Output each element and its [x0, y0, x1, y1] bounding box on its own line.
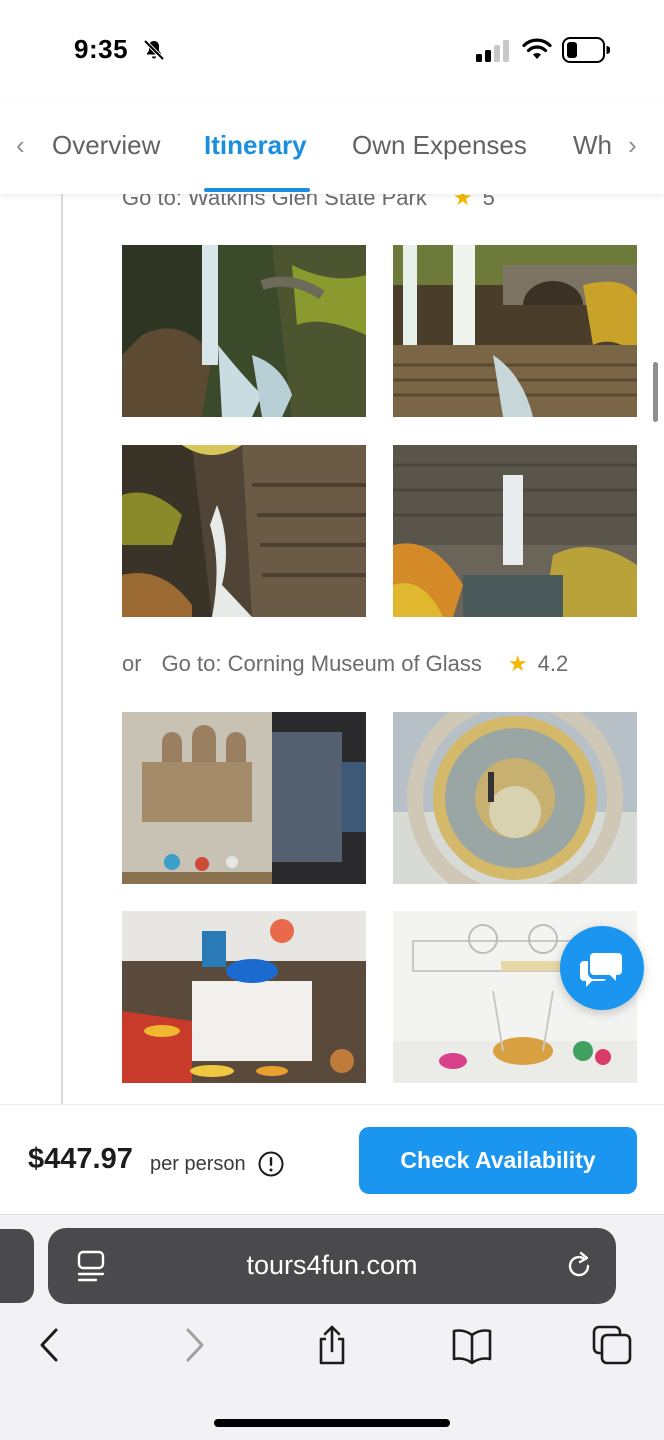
alternative-prefix: or — [122, 651, 142, 676]
watkins-glen-photo-4[interactable] — [393, 445, 637, 617]
bell-slash-icon — [143, 39, 165, 61]
chat-bubbles-icon — [580, 953, 622, 987]
tab-partial[interactable]: Wh — [573, 130, 612, 161]
tabs-overview-icon[interactable] — [592, 1325, 632, 1365]
price: $447.97 — [28, 1143, 133, 1175]
wifi-icon — [522, 38, 552, 59]
cellular-signal-icon — [476, 40, 509, 62]
tab-overview[interactable]: Overview — [52, 130, 160, 161]
battery-icon — [562, 37, 610, 63]
section-tabs: ‹ Overview Itinerary Own Expenses Wh › — [0, 100, 664, 194]
check-availability-button[interactable]: Check Availability — [359, 1127, 637, 1194]
home-indicator — [214, 1419, 450, 1427]
tabs-scroll-left-icon[interactable]: ‹ — [16, 130, 25, 161]
back-arrow-icon[interactable] — [30, 1325, 70, 1365]
stop-heading-corning: or Go to: Corning Museum of Glass ★ 4.2 — [122, 651, 568, 677]
stop-heading-watkins: Go to: Watkins Glen State Park ★ 5 — [122, 194, 495, 211]
share-icon[interactable] — [312, 1325, 352, 1365]
stop-rating: 5 — [482, 194, 495, 210]
stop-label: Go to: Corning Museum of Glass — [161, 651, 482, 676]
per-person-label: per person — [150, 1153, 246, 1175]
corning-museum-photo-1[interactable] — [122, 712, 366, 884]
star-icon: ★ — [507, 651, 528, 676]
stop-label: Go to: Watkins Glen State Park — [122, 194, 427, 210]
forward-arrow-icon[interactable] — [174, 1325, 214, 1365]
address-bar[interactable]: tours4fun.com — [48, 1228, 616, 1304]
info-icon[interactable] — [258, 1151, 284, 1177]
stop-rating: 4.2 — [537, 651, 569, 676]
tabs-scroll-right-icon[interactable]: › — [628, 130, 637, 161]
watkins-glen-photo-2[interactable] — [393, 245, 637, 417]
corning-museum-photo-3[interactable] — [122, 911, 366, 1083]
timeline-line — [61, 194, 63, 1104]
watkins-glen-photo-1[interactable] — [122, 245, 366, 417]
tab-itinerary[interactable]: Itinerary — [204, 130, 307, 161]
page-scrollbar[interactable] — [653, 362, 658, 422]
watkins-glen-photo-3[interactable] — [122, 445, 366, 617]
browser-toolbar: tours4fun.com — [0, 1214, 664, 1440]
booking-bar: $447.97 per person Check Availability — [0, 1104, 664, 1214]
bookmarks-icon[interactable] — [452, 1325, 492, 1365]
previous-tab-preview[interactable] — [0, 1229, 34, 1303]
url-text: tours4fun.com — [246, 1250, 418, 1280]
status-bar: 9:35 — [0, 0, 664, 100]
tab-own-expenses[interactable]: Own Expenses — [352, 130, 527, 161]
corning-museum-photo-2[interactable] — [393, 712, 637, 884]
chat-button[interactable] — [560, 926, 644, 1010]
star-icon: ★ — [452, 194, 473, 210]
active-tab-indicator — [204, 188, 310, 192]
status-time: 9:35 — [74, 34, 129, 64]
reload-icon[interactable] — [564, 1250, 594, 1282]
